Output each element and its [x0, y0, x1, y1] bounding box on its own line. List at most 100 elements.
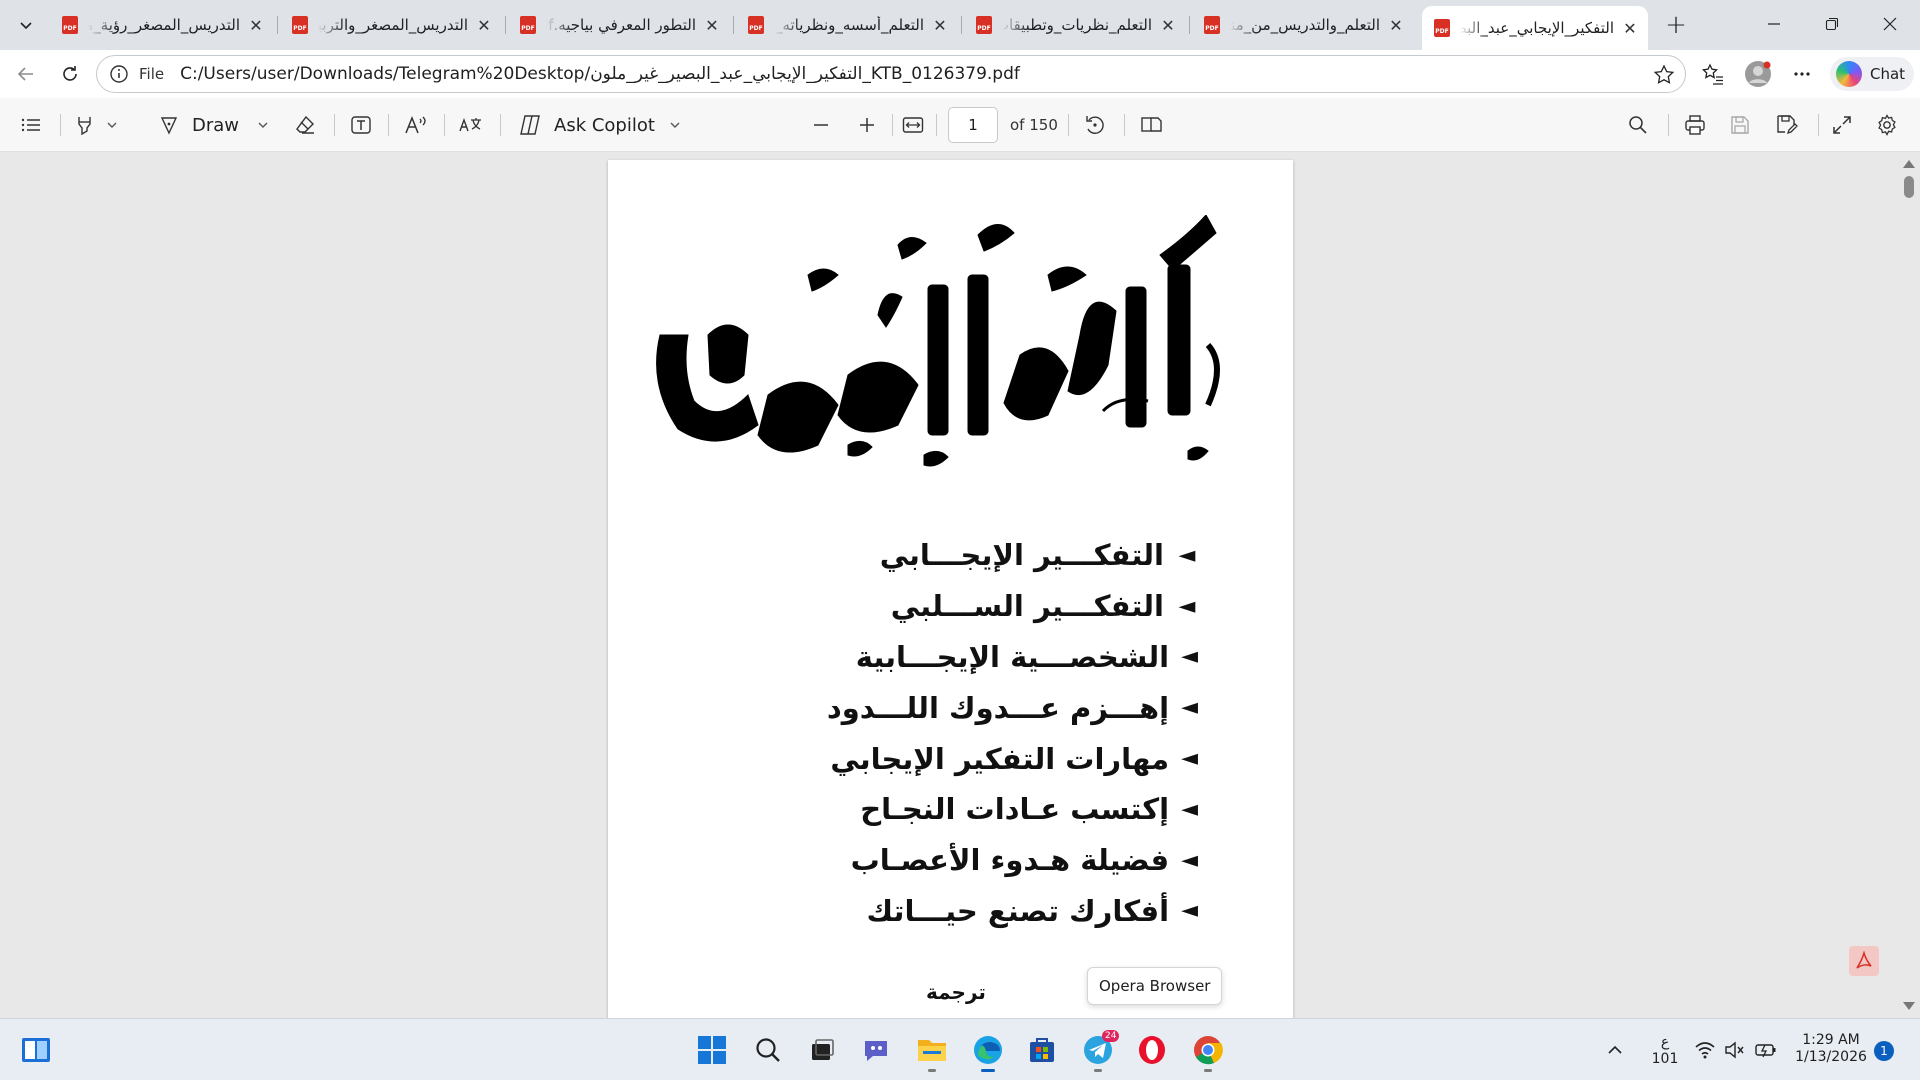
- contents-item-text: فضيلة هـدوء الأعصـاب: [850, 843, 1170, 878]
- close-icon[interactable]: ✕: [702, 15, 722, 35]
- teams-button[interactable]: [856, 1030, 896, 1070]
- tab-7-active[interactable]: PDF التفكير_الإيجابي_عبد_البصير ✕: [1422, 6, 1648, 50]
- file-explorer-button[interactable]: [912, 1030, 952, 1072]
- pdf-page: ◄ التفكـــير الإيجـــابي ◄ التفكـــير السـ…: [608, 160, 1293, 1018]
- edge-button[interactable]: [968, 1030, 1008, 1072]
- chevron-down-icon[interactable]: [257, 119, 269, 131]
- telegram-button[interactable]: 24: [1078, 1030, 1120, 1072]
- acrobat-button[interactable]: [1849, 946, 1879, 976]
- opera-button[interactable]: [1132, 1030, 1172, 1070]
- tab-1[interactable]: PDF التدريس_المصغر_رؤية_معاصرة ✕: [50, 6, 274, 44]
- windows-logo-icon: [698, 1036, 726, 1064]
- minimize-button[interactable]: [1745, 0, 1803, 48]
- input-language-indicator[interactable]: ع 101: [1650, 1034, 1680, 1068]
- copilot-chat-button[interactable]: Chat: [1830, 57, 1914, 91]
- back-button[interactable]: [8, 57, 44, 91]
- close-icon[interactable]: ✕: [1386, 15, 1406, 35]
- save-icon: [1731, 116, 1749, 134]
- tab-4[interactable]: PDF التعلم_أسسه_ونظرياته_وتطبيقاته ✕: [736, 6, 958, 44]
- tab-3[interactable]: PDF التطور المعرفي بياجيه.pdf ✕: [508, 6, 730, 44]
- tab-divider: [961, 16, 962, 34]
- print-button[interactable]: [1684, 108, 1706, 142]
- navigation-bar: File C:/Users/user/Downloads/Telegram%20…: [0, 50, 1920, 98]
- tab-title: التدريس_المصغر_والتربية_العملية: [318, 16, 468, 34]
- tab-divider: [505, 16, 506, 34]
- pdf-icon: PDF: [1204, 16, 1220, 34]
- translate-icon: [459, 117, 481, 132]
- page-view-button[interactable]: [1140, 108, 1164, 142]
- reload-icon: [63, 66, 77, 81]
- store-button[interactable]: [1022, 1030, 1062, 1070]
- reload-button[interactable]: [52, 57, 88, 91]
- zoom-out-button[interactable]: [812, 108, 830, 142]
- read-aloud-button[interactable]: [404, 108, 428, 142]
- toolbar-divider: [1668, 114, 1669, 136]
- draw-button[interactable]: Draw: [158, 108, 269, 142]
- show-hidden-icons-button[interactable]: [1600, 1030, 1630, 1070]
- contents-item: ◄ أفكارك تصنع حيـــاتك: [867, 886, 1198, 937]
- pdf-settings-button[interactable]: [1876, 108, 1898, 142]
- info-icon[interactable]: [109, 64, 129, 84]
- rotate-button[interactable]: [1084, 108, 1106, 142]
- tab-list-button[interactable]: [10, 8, 42, 42]
- scroll-up-icon[interactable]: [1903, 160, 1915, 168]
- store-icon: [1030, 1038, 1054, 1062]
- close-icon[interactable]: ✕: [246, 15, 266, 35]
- quick-settings-button[interactable]: [1688, 1030, 1784, 1070]
- close-icon[interactable]: ✕: [1158, 15, 1178, 35]
- erase-button[interactable]: [294, 108, 316, 142]
- url-scheme: File: [139, 65, 165, 83]
- restore-button[interactable]: [1803, 0, 1861, 48]
- translate-button[interactable]: [458, 108, 484, 142]
- settings-more-button[interactable]: [1784, 57, 1820, 91]
- close-window-button[interactable]: [1861, 0, 1919, 48]
- running-indicator: [1094, 1069, 1102, 1072]
- arrow-bullet-icon: ◄: [1178, 593, 1196, 619]
- tab-strip: PDF التدريس_المصغر_رؤية_معاصرة ✕ PDF الت…: [0, 0, 1920, 50]
- search-icon: [756, 1038, 780, 1062]
- more-horizontal-icon: [1794, 72, 1810, 76]
- fit-to-width-button[interactable]: [902, 108, 924, 142]
- vertical-scrollbar[interactable]: [1902, 156, 1915, 1014]
- taskbar: 24 ع 101 1:29 AM 1/13/2026 1: [0, 1018, 1920, 1080]
- scroll-thumb[interactable]: [1904, 176, 1914, 198]
- search-button[interactable]: [748, 1030, 788, 1070]
- tab-5[interactable]: PDF التعلم_نظريات_وتطبيقات ✕: [964, 6, 1186, 44]
- address-bar[interactable]: File C:/Users/user/Downloads/Telegram%20…: [96, 55, 1686, 93]
- contents-button[interactable]: [20, 108, 42, 142]
- save-as-icon: [1777, 115, 1798, 135]
- profile-button[interactable]: [1740, 57, 1776, 91]
- favorite-star-icon[interactable]: [1653, 64, 1675, 86]
- save-as-button[interactable]: [1776, 108, 1798, 142]
- clock[interactable]: 1:29 AM 1/13/2026: [1794, 1032, 1868, 1066]
- chevron-down-icon[interactable]: [669, 119, 681, 131]
- notification-badge[interactable]: 1: [1874, 1041, 1894, 1061]
- chrome-button[interactable]: [1188, 1030, 1228, 1072]
- edge-browser-icon: [974, 1036, 1002, 1064]
- search-icon: [1629, 116, 1647, 134]
- close-icon[interactable]: ✕: [930, 15, 950, 35]
- tab-6[interactable]: PDF التعلم_والتدريس_من_منظور ✕: [1192, 6, 1414, 44]
- new-tab-button[interactable]: +: [1660, 9, 1692, 41]
- highlight-button[interactable]: [74, 108, 118, 142]
- widgets-button[interactable]: [16, 1030, 56, 1070]
- favorites-button[interactable]: [1695, 57, 1731, 91]
- url-text[interactable]: C:/Users/user/Downloads/Telegram%20Deskt…: [180, 64, 1020, 84]
- task-view-button[interactable]: [802, 1030, 842, 1070]
- add-text-button[interactable]: [350, 108, 372, 142]
- language-script: ع: [1660, 1034, 1670, 1050]
- scroll-down-icon[interactable]: [1903, 1002, 1915, 1010]
- page-number-input[interactable]: 1: [948, 107, 998, 143]
- ask-copilot-button[interactable]: Ask Copilot: [518, 108, 681, 142]
- pdf-viewer[interactable]: ◄ التفكـــير الإيجـــابي ◄ التفكـــير السـ…: [0, 152, 1920, 1018]
- save-button[interactable]: [1730, 108, 1750, 142]
- chevron-down-icon[interactable]: [106, 119, 118, 131]
- contents-item: ◄ إكتسب عـادات النجـاح: [860, 784, 1198, 835]
- find-button[interactable]: [1628, 108, 1648, 142]
- start-button[interactable]: [692, 1030, 732, 1070]
- tab-2[interactable]: PDF التدريس_المصغر_والتربية_العملية ✕: [280, 6, 502, 44]
- close-icon[interactable]: ✕: [1620, 18, 1640, 38]
- full-screen-button[interactable]: [1832, 108, 1852, 142]
- zoom-in-button[interactable]: [858, 108, 876, 142]
- close-icon[interactable]: ✕: [474, 15, 494, 35]
